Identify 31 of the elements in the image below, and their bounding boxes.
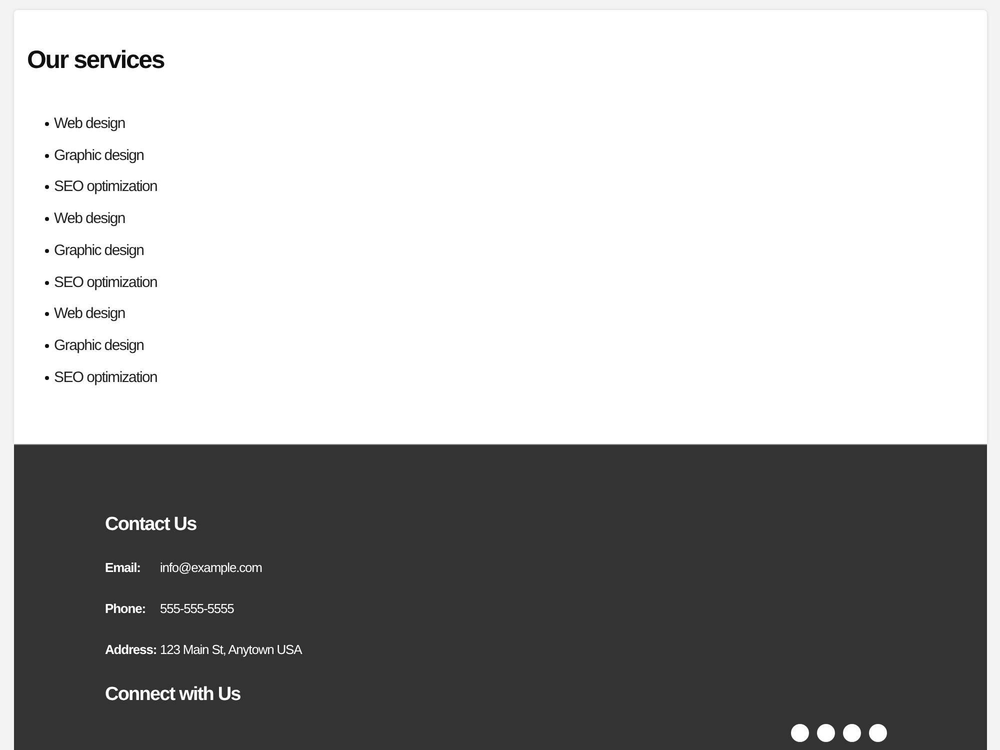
service-item: Web design: [54, 305, 125, 324]
service-item: Web design: [54, 210, 125, 228]
service-item: SEO optimization: [54, 178, 158, 196]
bullet-icon: [45, 312, 49, 316]
bullet-icon: [45, 280, 49, 285]
social-circle-icon[interactable]: [817, 724, 835, 742]
contact-label: Phone:: [105, 600, 146, 616]
service-item: SEO optimization: [54, 368, 158, 387]
service-item: Graphic design: [54, 242, 144, 260]
bullet-icon: [45, 248, 49, 253]
bullet-icon: [45, 122, 49, 126]
contact-label: Address:: [105, 642, 158, 656]
social-circle-icon[interactable]: [869, 724, 887, 742]
contact-value: 123 Main St, Anytown USA: [160, 642, 302, 656]
bullet-icon: [45, 344, 49, 348]
social-circle-icon[interactable]: [791, 724, 809, 742]
service-item: Web design: [54, 114, 125, 133]
bullet-icon: [45, 217, 49, 222]
bullet-icon: [45, 154, 49, 158]
service-item: Graphic design: [54, 337, 144, 356]
service-item: SEO optimization: [54, 274, 158, 292]
contact-label: Email:: [105, 560, 142, 574]
social-circle-icon[interactable]: [843, 724, 861, 742]
contact-heading: Contact Us: [105, 513, 196, 537]
contact-value: 555-555-5555: [160, 600, 234, 616]
service-item: Graphic design: [54, 146, 144, 165]
bullet-icon: [45, 376, 49, 380]
bullet-icon: [45, 185, 49, 190]
contact-value: info@example.com: [160, 560, 262, 574]
connect-heading: Connect with Us: [105, 683, 240, 707]
section-title: Our services: [27, 45, 164, 76]
